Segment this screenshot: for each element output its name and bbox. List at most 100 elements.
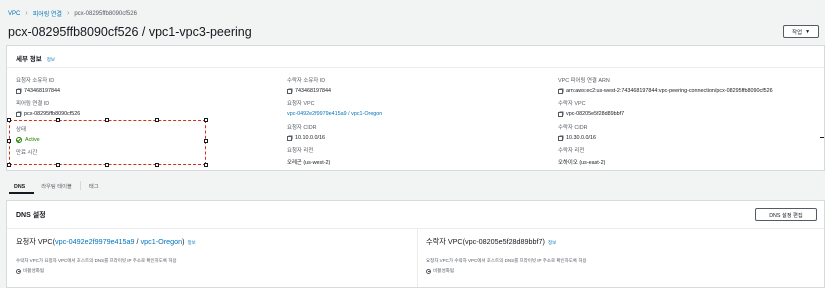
chevron-right-icon: › <box>25 10 28 17</box>
breadcrumb-peering[interactable]: 피어링 연결 <box>33 9 62 18</box>
accepter-region-field: 수락자 리전 오하이오 (us-east-2) <box>558 146 605 166</box>
details-header: 세부 정보 정보 <box>7 46 824 68</box>
requester-dns-section: 요청자 VPC(vpc-0492e2f9979e415a9 / vpc1-Ore… <box>7 229 418 287</box>
accepter-vpc-value: vpc-08205e5f28d89bbf7 <box>566 111 625 117</box>
requester-dns-prefix-text: 요청자 VPC( <box>16 237 56 246</box>
requester-owner-value: 743468197844 <box>24 88 60 94</box>
requester-cidr-label: 요청자 CIDR <box>287 125 317 131</box>
chevron-right-icon: › <box>66 10 70 17</box>
requester-owner-label: 요청자 소유자 ID <box>16 78 55 84</box>
copy-icon[interactable] <box>287 135 292 141</box>
resize-handle[interactable] <box>56 118 60 122</box>
requester-dns-status: 비활성화됨 <box>23 268 45 273</box>
selection-box[interactable] <box>7 118 208 167</box>
copy-icon[interactable] <box>558 111 563 117</box>
resize-handle[interactable] <box>204 139 208 143</box>
accepter-owner-label: 수락자 소유자 ID <box>287 78 326 84</box>
peering-id-value-row: pcx-08295ffb8090cf526 <box>16 111 80 117</box>
divider <box>820 137 824 138</box>
accepter-dns-section: 수락자 VPC(vpc-08205e5f28d89bbf7) 정보 요청자 VP… <box>418 229 824 287</box>
dns-settings-title: DNS 설정 <box>7 201 824 229</box>
requester-region-field: 요청자 리전 오레곤 (us-west-2) <box>287 146 330 166</box>
accepter-owner-field: 수락자 소유자 ID 743468197844 <box>287 76 331 94</box>
resize-handle[interactable] <box>7 139 11 143</box>
accepter-dns-title: 수락자 VPC(vpc-08205e5f28d89bbf7) <box>426 237 545 246</box>
resize-handle[interactable] <box>105 163 109 167</box>
requester-owner-value-row: 743468197844 <box>16 88 60 94</box>
peering-id-label: 피어링 연결 ID <box>16 101 50 107</box>
copy-icon[interactable] <box>16 111 21 117</box>
resize-handle[interactable] <box>155 118 159 122</box>
accepter-dns-status-row: 비활성화됨 <box>426 268 824 274</box>
requester-vpc-link[interactable]: vpc-0492e2f9979e415a9 / vpc1-Oregon <box>287 111 382 117</box>
accepter-vpc-field: 수락자 VPC vpc-08205e5f28d89bbf7 <box>558 99 624 117</box>
requester-dns-prefix: 요청자 VPC(vpc-0492e2f9979e415a9 / vpc1-Ore… <box>16 237 185 247</box>
edit-dns-settings-button[interactable]: DNS 설정 편집 <box>755 208 817 221</box>
accepter-dns-info-link[interactable]: 정보 <box>548 240 556 246</box>
requester-cidr-value: 10.10.0.0/16 <box>295 135 325 141</box>
detail-tabs: DNS 라우팅 테이블 태그 <box>6 181 825 195</box>
accepter-region-value: 오하이오 (us-east-2) <box>558 160 606 166</box>
caret-down-icon: ▼ <box>805 28 811 35</box>
accepter-owner-value-row: 743468197844 <box>287 88 331 94</box>
tab-route-tables[interactable]: 라우팅 테이블 <box>33 181 81 190</box>
actions-label: 작업 <box>791 29 803 36</box>
accepter-dns-description: 요청자 VPC가 수락자 VPC에서 호스트의 DNS를 프라이빗 IP 주소로… <box>426 258 587 263</box>
arn-value-row: arn:aws:ec2:us-west-2:743468197844:vpc-p… <box>558 88 773 94</box>
details-panel: 세부 정보 정보 요청자 소유자 ID 743468197844 피어링 연결 … <box>6 45 825 171</box>
accepter-region-label: 수락자 리전 <box>558 148 585 154</box>
arn-label: VPC 피어링 연결 ARN <box>558 78 610 84</box>
accepter-cidr-label: 수락자 CIDR <box>558 125 588 131</box>
breadcrumb-vpc[interactable]: VPC <box>8 11 20 17</box>
peering-id-field: 피어링 연결 ID pcx-08295ffb8090cf526 <box>16 99 80 117</box>
accepter-vpc-value-row: vpc-08205e5f28d89bbf7 <box>558 111 624 117</box>
tab-dns[interactable]: DNS <box>6 181 33 190</box>
details-info-link[interactable]: 정보 <box>47 57 55 63</box>
copy-icon[interactable] <box>558 135 563 141</box>
tab-tags[interactable]: 태그 <box>81 181 107 190</box>
requester-vpc-label: 요청자 VPC <box>287 101 315 107</box>
accepter-cidr-value: 10.30.0.0/16 <box>566 135 596 141</box>
requester-vpc-field: 요청자 VPC vpc-0492e2f9979e415a9 / vpc1-Ore… <box>287 99 382 117</box>
details-title: 세부 정보 <box>16 56 42 63</box>
active-tab-indicator <box>9 192 34 194</box>
page-title: pcx-08295ffb8090cf526 / vpc1-vpc3-peerin… <box>8 25 252 39</box>
requester-vpc-name-link[interactable]: vpc1-Oregon <box>141 237 183 246</box>
accepter-dns-title-row: 수락자 VPC(vpc-08205e5f28d89bbf7) 정보 <box>426 237 824 247</box>
copy-icon[interactable] <box>16 88 21 94</box>
breadcrumb-current: pcx-08295ffb8090cf526 <box>74 10 137 17</box>
accepter-owner-value: 743468197844 <box>295 88 331 94</box>
breadcrumb: VPC › 피어링 연결 › pcx-08295ffb8090cf526 <box>8 9 137 18</box>
requester-region-value: 오레곤 (us-west-2) <box>287 160 331 166</box>
requester-cidr-field: 요청자 CIDR 10.10.0.0/16 <box>287 123 325 141</box>
requester-dns-suffix: ) <box>182 237 185 246</box>
dns-settings-panel: DNS 설정 DNS 설정 편집 요청자 VPC(vpc-0492e2f9979… <box>6 200 825 288</box>
resize-handle[interactable] <box>105 118 109 122</box>
accepter-cidr-field: 수락자 CIDR 10.30.0.0/16 <box>558 123 596 141</box>
resize-handle[interactable] <box>204 163 208 167</box>
arn-value: arn:aws:ec2:us-west-2:743468197844:vpc-p… <box>566 88 773 94</box>
requester-region-label: 요청자 리전 <box>287 148 314 154</box>
disabled-icon <box>16 268 21 274</box>
resize-handle[interactable] <box>7 118 11 122</box>
peering-id-value: pcx-08295ffb8090cf526 <box>24 111 81 117</box>
requester-dns-title: 요청자 VPC(vpc-0492e2f9979e415a9 / vpc1-Ore… <box>16 237 417 247</box>
copy-icon[interactable] <box>287 88 292 94</box>
requester-dns-description: 수락자 VPC가 요청자 VPC에서 호스트의 DNS를 프라이빗 IP 주소로… <box>16 258 177 263</box>
copy-icon[interactable] <box>558 88 563 94</box>
requester-dns-info-link[interactable]: 정보 <box>188 240 196 246</box>
accepter-vpc-label: 수락자 VPC <box>558 101 586 107</box>
requester-cidr-value-row: 10.10.0.0/16 <box>287 135 325 141</box>
accepter-cidr-value-row: 10.30.0.0/16 <box>558 135 596 141</box>
requester-vpc-id-link[interactable]: vpc-0492e2f9979e415a9 <box>55 237 135 246</box>
resize-handle[interactable] <box>204 118 208 122</box>
resize-handle[interactable] <box>7 163 11 167</box>
resize-handle[interactable] <box>155 163 159 167</box>
resize-handle[interactable] <box>56 163 60 167</box>
disabled-icon <box>426 268 431 274</box>
arn-field: VPC 피어링 연결 ARN arn:aws:ec2:us-west-2:743… <box>558 76 773 94</box>
requester-dns-status-row: 비활성화됨 <box>16 268 417 274</box>
accepter-dns-status: 비활성화됨 <box>433 268 455 273</box>
requester-owner-field: 요청자 소유자 ID 743468197844 <box>16 76 60 94</box>
actions-button[interactable]: 작업 ▼ <box>783 25 819 38</box>
